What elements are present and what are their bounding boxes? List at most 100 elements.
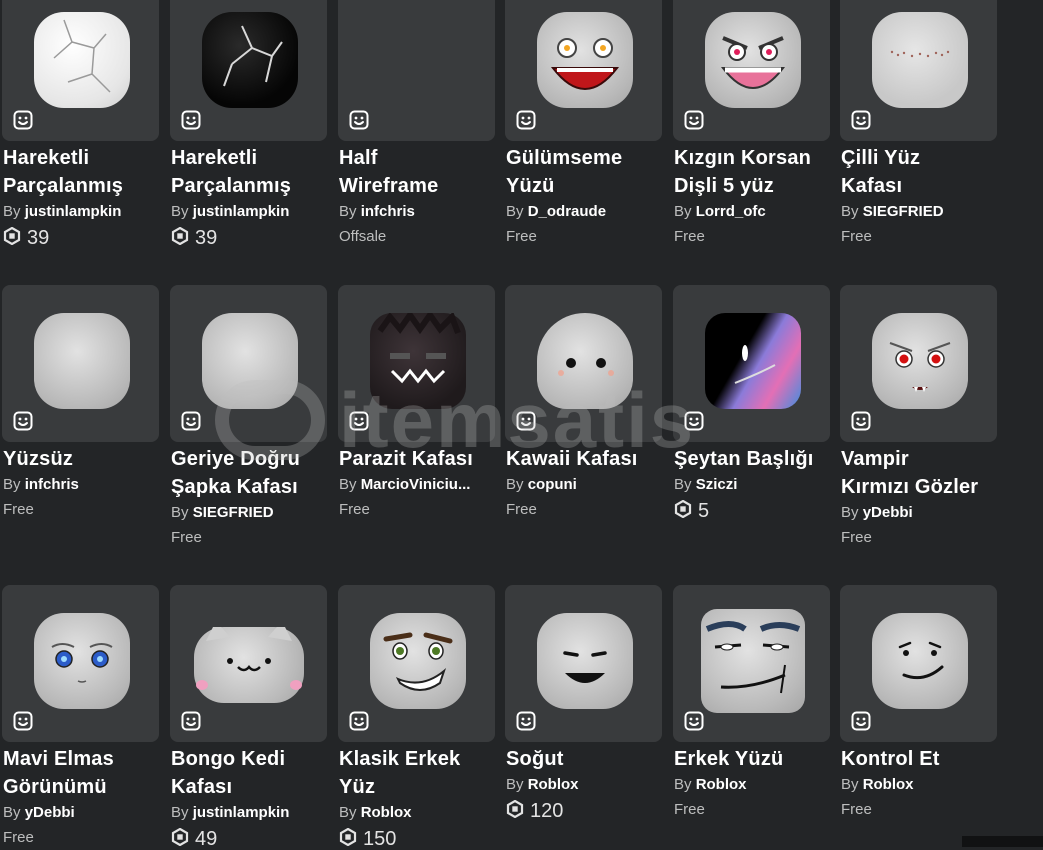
item-name[interactable]: Çilli Yüz Kafası <box>841 144 1001 200</box>
item-name[interactable]: Soğut <box>506 745 666 773</box>
face-type-icon <box>515 710 537 732</box>
creator-link[interactable]: Lorrd_ofc <box>696 203 766 220</box>
item-thumbnail[interactable] <box>338 285 495 442</box>
item-name-line: Half <box>339 147 378 169</box>
price: Free <box>841 801 872 818</box>
creator-link[interactable]: MarcioViniciu... <box>361 476 471 493</box>
item-name[interactable]: Mavi Elmas Görünümü <box>3 745 163 801</box>
item-thumbnail[interactable] <box>170 585 327 742</box>
creator: By D_odraude <box>506 202 666 222</box>
face-type-icon <box>12 710 34 732</box>
item-thumbnail[interactable] <box>840 0 997 141</box>
item-name[interactable]: Hareketli Parçalanmış <box>3 144 163 200</box>
creator: By justinlampkin <box>171 202 331 222</box>
item-thumbnail[interactable] <box>2 0 159 141</box>
creator-link[interactable]: SIEGFRIED <box>193 504 274 521</box>
creator: By SIEGFRIED <box>171 503 331 523</box>
face-type-icon <box>515 109 537 131</box>
item-thumbnail[interactable] <box>673 0 830 141</box>
creator-link[interactable]: Roblox <box>361 804 412 821</box>
item-thumbnail[interactable] <box>2 285 159 442</box>
price: Free <box>841 228 872 245</box>
item-thumbnail[interactable] <box>840 285 997 442</box>
creator: By Roblox <box>506 775 666 795</box>
item-thumbnail[interactable] <box>505 585 662 742</box>
item-name[interactable]: Yüzsüz <box>3 445 163 473</box>
item-name-line: Bongo Kedi <box>171 748 286 770</box>
face-type-icon <box>850 109 872 131</box>
item-thumbnail[interactable] <box>170 285 327 442</box>
price: Free <box>674 228 705 245</box>
price: 120 <box>506 799 563 822</box>
item-thumbnail[interactable] <box>338 585 495 742</box>
creator: By infchris <box>3 475 163 495</box>
face-type-icon <box>180 710 202 732</box>
face-type-icon <box>683 109 705 131</box>
creator-link[interactable]: Roblox <box>528 776 579 793</box>
item-thumbnail[interactable] <box>505 285 662 442</box>
creator-link[interactable]: yDebbi <box>863 504 913 521</box>
face-type-icon <box>683 710 705 732</box>
item-thumbnail[interactable] <box>2 585 159 742</box>
creator-link[interactable]: Roblox <box>696 776 747 793</box>
creator-link[interactable]: infchris <box>361 203 415 220</box>
item-name-line: Parçalanmış <box>3 175 124 197</box>
creator: By justinlampkin <box>3 202 163 222</box>
creator-link[interactable]: justinlampkin <box>193 203 290 220</box>
face-type-icon <box>348 710 370 732</box>
by-label: By <box>506 776 524 793</box>
item-name[interactable]: Hareketli Parçalanmış <box>171 144 331 200</box>
item-name-line: Wireframe <box>339 175 439 197</box>
by-label: By <box>674 776 692 793</box>
price: Free <box>841 529 872 546</box>
item-name[interactable]: Gülümseme Yüzü <box>506 144 666 200</box>
item-thumbnail[interactable] <box>673 585 830 742</box>
creator: By yDebbi <box>3 803 163 823</box>
item-name[interactable]: Kontrol Et <box>841 745 1001 773</box>
by-label: By <box>339 804 357 821</box>
by-label: By <box>171 203 189 220</box>
item-thumbnail[interactable] <box>840 585 997 742</box>
item-name[interactable]: Klasik Erkek Yüz <box>339 745 499 801</box>
item-name[interactable]: Kawaii Kafası <box>506 445 666 473</box>
creator-link[interactable]: Sziczi <box>696 476 738 493</box>
by-label: By <box>841 504 859 521</box>
by-label: By <box>3 476 21 493</box>
item-name-line: Kafası <box>171 776 233 798</box>
creator: By Roblox <box>674 775 834 795</box>
creator-link[interactable]: copuni <box>528 476 577 493</box>
face-type-icon <box>850 710 872 732</box>
item-name[interactable]: Vampir Kırmızı Gözler <box>841 445 1001 501</box>
face-type-icon <box>180 109 202 131</box>
item-name[interactable]: Parazit Kafası <box>339 445 499 473</box>
creator: By yDebbi <box>841 503 1001 523</box>
creator-link[interactable]: justinlampkin <box>25 203 122 220</box>
creator: By copuni <box>506 475 666 495</box>
creator-link[interactable]: yDebbi <box>25 804 75 821</box>
creator-link[interactable]: SIEGFRIED <box>863 203 944 220</box>
creator: By infchris <box>339 202 499 222</box>
item-name[interactable]: Erkek Yüzü <box>674 745 834 773</box>
creator-link[interactable]: justinlampkin <box>193 804 290 821</box>
face-type-icon <box>12 410 34 432</box>
item-name[interactable]: Kızgın Korsan Dişli 5 yüz <box>674 144 834 200</box>
item-thumbnail[interactable] <box>170 0 327 141</box>
item-thumbnail[interactable] <box>505 0 662 141</box>
item-name-line: Kawaii Kafası <box>506 448 638 470</box>
creator-link[interactable]: Roblox <box>863 776 914 793</box>
creator: By Roblox <box>841 775 1001 795</box>
item-name[interactable]: Şeytan Başlığı <box>674 445 834 473</box>
creator-link[interactable]: infchris <box>25 476 79 493</box>
item-name-line: Erkek Yüzü <box>674 748 784 770</box>
item-name[interactable]: Half Wireframe <box>339 144 499 200</box>
price: 39 <box>171 226 217 249</box>
item-name[interactable]: Bongo Kedi Kafası <box>171 745 331 801</box>
item-thumbnail[interactable] <box>673 285 830 442</box>
price: Free <box>506 501 537 518</box>
item-thumbnail[interactable] <box>338 0 495 141</box>
creator-link[interactable]: D_odraude <box>528 203 606 220</box>
price: Free <box>3 501 34 518</box>
item-name[interactable]: Geriye Doğru Şapka Kafası <box>171 445 331 501</box>
face-type-icon <box>348 109 370 131</box>
price: Free <box>171 529 202 546</box>
